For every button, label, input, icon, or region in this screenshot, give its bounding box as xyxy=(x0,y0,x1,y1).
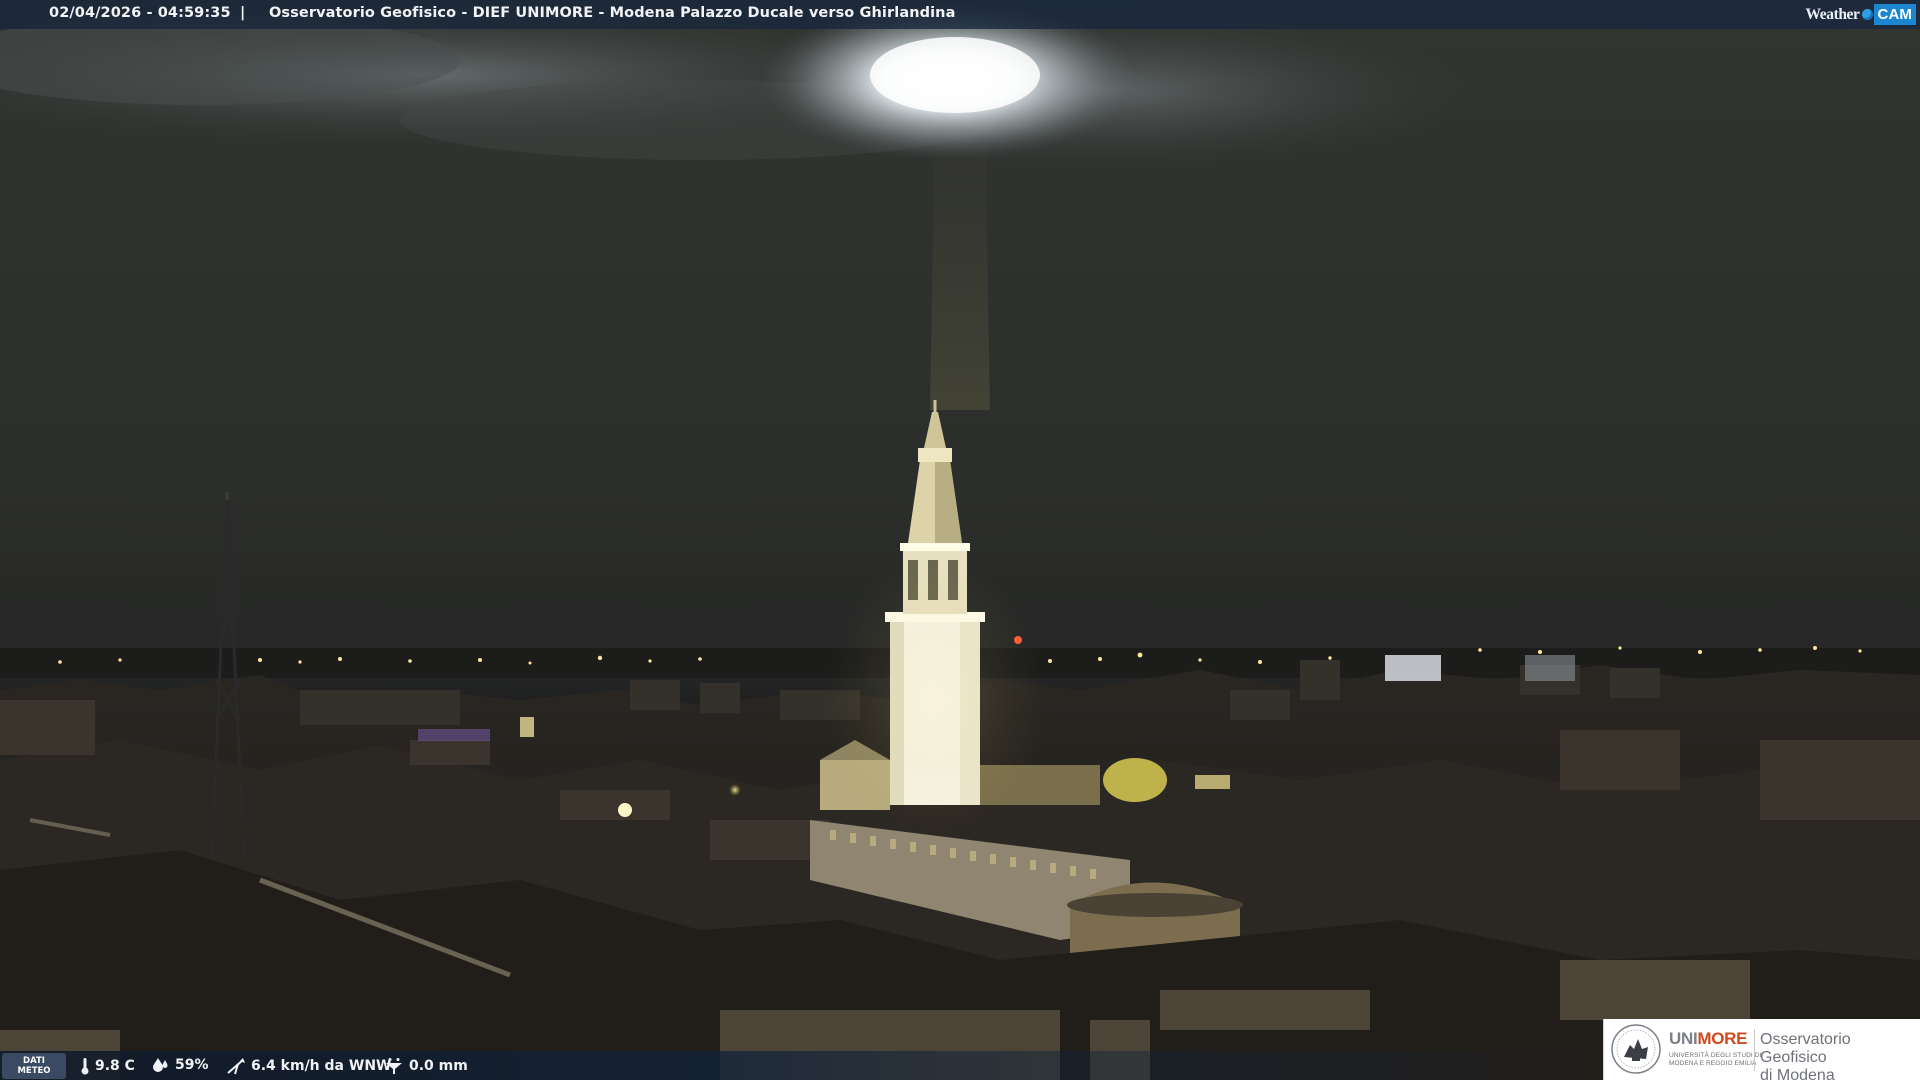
logo-divider xyxy=(1754,1029,1755,1071)
thermometer-icon xyxy=(81,1058,89,1075)
unimore-seal-icon xyxy=(1611,1024,1661,1074)
webcam-image xyxy=(0,0,1920,1080)
unimore-observatory-logo[interactable]: UNIMORE UNIVERSITÀ DEGLI STUDI DI MODENA… xyxy=(1603,1019,1920,1080)
wind-reading: 6.4 km/h da WNW xyxy=(226,1057,391,1075)
brand-globe-icon xyxy=(1861,9,1873,20)
wind-value: 6.4 km/h da WNW xyxy=(251,1058,392,1074)
humidity-value: 59% xyxy=(175,1057,209,1073)
camera-title: Osservatorio Geofisico - DIEF UNIMORE - … xyxy=(269,5,956,21)
weather-data-badge[interactable]: DATI METEO xyxy=(2,1053,66,1079)
weather-data-strip: DATI METEO 9.8 C 59% 6.4 km/h da WNW 0.0… xyxy=(0,1051,1603,1080)
webcam-frame: 02/04/2026 - 04:59:35 | Osservatorio Geo… xyxy=(0,0,1920,1080)
badge-line-1: DATI xyxy=(23,1056,45,1066)
unimore-subtitle: UNIVERSITÀ DEGLI STUDI DI MODENA E REGGI… xyxy=(1669,1052,1762,1067)
title-separator: | xyxy=(240,5,246,21)
wind-vane-icon xyxy=(227,1058,245,1075)
webcam-title-bar: 02/04/2026 - 04:59:35 | Osservatorio Geo… xyxy=(0,0,1920,29)
unimore-wordmark: UNIMORE xyxy=(1669,1029,1748,1048)
weathercam-brand[interactable]: Weather CAM xyxy=(1805,3,1916,26)
timestamp: 02/04/2026 - 04:59:35 xyxy=(49,5,231,21)
temperature-reading: 9.8 C xyxy=(80,1057,135,1075)
humidity-drops-icon xyxy=(153,1058,168,1072)
brand-cam-text: CAM xyxy=(1873,4,1916,25)
humidity-reading: 59% xyxy=(152,1057,209,1073)
rain-value: 0.0 mm xyxy=(409,1058,468,1074)
badge-line-2: METEO xyxy=(17,1066,51,1076)
rain-gauge-icon xyxy=(386,1058,402,1074)
temperature-value: 9.8 C xyxy=(95,1058,135,1074)
brand-weather-text: Weather xyxy=(1805,5,1860,23)
rain-reading: 0.0 mm xyxy=(384,1057,468,1075)
observatory-name: Osservatorio Geofisico di Modena xyxy=(1760,1031,1851,1080)
